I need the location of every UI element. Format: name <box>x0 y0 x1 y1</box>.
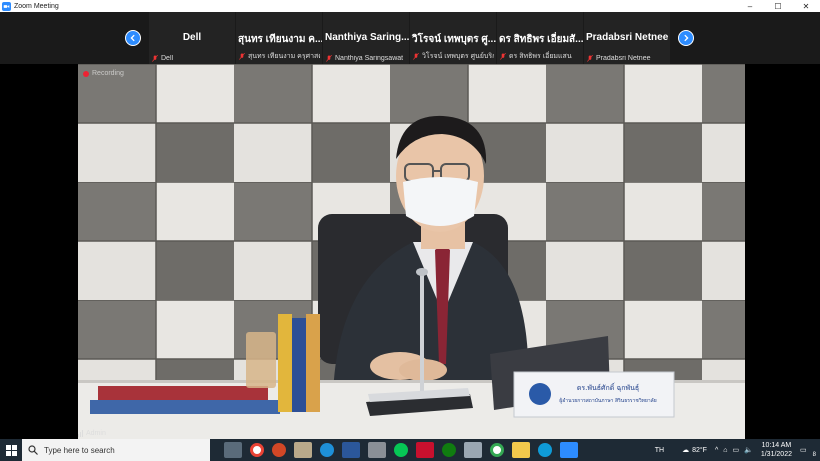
participant-display-name: Dell <box>182 32 202 43</box>
chevron-left-icon <box>130 34 135 42</box>
weather-icon[interactable]: ☁ <box>682 446 689 454</box>
participant-gallery-strip: Dell Dell สุนทร เทียนงาม ค... สุนทร เทีย… <box>0 12 820 64</box>
edge-legacy-icon[interactable] <box>320 443 334 457</box>
participant-name-label: Nanthiya Saringsawat <box>335 55 404 62</box>
recording-indicator: Recording <box>83 70 124 77</box>
show-hidden-icons-icon[interactable]: ^ <box>715 447 718 454</box>
window-titlebar: Zoom Meeting – ☐ ✕ <box>0 0 820 12</box>
search-icon <box>28 445 38 455</box>
app-red-icon[interactable] <box>416 442 434 458</box>
windows-logo-icon <box>5 444 17 456</box>
battery-icon[interactable]: ▭ <box>733 446 740 454</box>
participant-tile[interactable]: Nanthiya Saring... Nanthiya Saringsawat <box>323 12 409 64</box>
speaker-name: Admin <box>86 430 106 437</box>
xbox-icon[interactable] <box>442 443 456 457</box>
chrome-icon[interactable] <box>250 443 264 457</box>
participant-name-label: Pradabsri Netnee <box>596 55 651 62</box>
notification-icon: ▭ <box>800 447 807 454</box>
participant-tile[interactable]: Pradabsri Netnee Pradabsri Netnee <box>584 12 670 64</box>
muted-mic-icon <box>500 53 506 60</box>
participant-name-label: สุนทร เทียนงาม ครุศาสตร์ <box>248 53 320 60</box>
participant-display-name: Nanthiya Saring... <box>325 32 409 43</box>
nameplate-name: ดร.พันธ์ศักดิ์ ฉุกพันธุ์ <box>577 382 639 392</box>
participant-display-name: ดร สิทธิพร เอี่ยมสั... <box>499 34 583 45</box>
nameplate-title: ผู้อำนวยการสถาบันภาษา สิรินธรราชวิทยาลัย <box>559 397 656 404</box>
search-placeholder: Type here to search <box>44 445 115 455</box>
media-player-icon[interactable] <box>294 442 312 458</box>
edge-icon[interactable] <box>538 443 552 457</box>
taskbar-clock[interactable]: 10:14 AM 1/31/2022 <box>761 441 792 459</box>
muted-mic-icon <box>239 53 245 60</box>
input-language-indicator[interactable]: TH <box>655 447 664 454</box>
gallery-prev-button[interactable] <box>125 30 141 46</box>
windows-taskbar: Type here to search TH ☁ 82°F ^ ⌂ ▭ 🔈 10… <box>0 439 820 461</box>
chrome-profile-icon[interactable] <box>490 443 504 457</box>
muted-mic-icon <box>152 55 158 62</box>
participant-name-label: วิโรจน์ เทพบุตร ศูนย์บริกา... <box>422 53 494 60</box>
file-explorer-icon[interactable] <box>512 442 530 458</box>
taskbar-search-box[interactable]: Type here to search <box>22 439 210 461</box>
speaker-name-badge: Admin <box>78 430 106 437</box>
video-frame-image: ดร.พันธ์ศักดิ์ ฉุกพันธุ์ ผู้อำนวยการสถาบ… <box>78 64 745 439</box>
participant-display-name: Pradabsri Netnee <box>586 32 669 43</box>
start-button[interactable] <box>0 439 22 461</box>
system-tray: TH ☁ 82°F ^ ⌂ ▭ 🔈 10:14 AM 1/31/2022 ▭ 8 <box>655 439 820 461</box>
participant-display-name: วิโรจน์ เทพบุตร ศู... <box>412 34 496 45</box>
word-icon[interactable] <box>342 442 360 458</box>
file-icon[interactable] <box>368 442 386 458</box>
recording-label: Recording <box>92 70 124 77</box>
window-title: Zoom Meeting <box>14 2 59 10</box>
participant-tile[interactable]: สุนทร เทียนงาม ค... สุนทร เทียนงาม ครุศา… <box>236 12 322 64</box>
network-icon[interactable]: ⌂ <box>723 447 727 454</box>
participant-tile[interactable]: วิโรจน์ เทพบุตร ศู... วิโรจน์ เทพบุตร ศู… <box>410 12 496 64</box>
signal-bars-icon <box>78 430 84 437</box>
muted-mic-icon <box>326 55 332 62</box>
line-icon[interactable] <box>394 443 408 457</box>
zoom-taskbar-icon[interactable] <box>560 442 578 458</box>
participant-display-name: สุนทร เทียนงาม ค... <box>238 34 322 45</box>
temperature-label[interactable]: 82°F <box>692 447 707 454</box>
clock-time: 10:14 AM <box>761 442 792 449</box>
notification-center-button[interactable]: ▭ 8 <box>800 446 816 458</box>
chevron-right-icon <box>684 34 689 42</box>
gallery-next-button[interactable] <box>678 30 694 46</box>
volume-icon[interactable]: 🔈 <box>744 446 753 454</box>
muted-mic-icon <box>587 55 593 62</box>
muted-mic-icon <box>413 53 419 60</box>
record-dot-icon <box>83 70 89 77</box>
participant-tile[interactable]: ดร สิทธิพร เอี่ยมสั... ดร สิทธิพร เอี่ยม… <box>497 12 583 64</box>
participant-name-label: ดร สิทธิพร เอี่ยมแสน <box>509 53 572 60</box>
minimize-button[interactable]: – <box>736 0 764 12</box>
task-view-icon[interactable] <box>224 442 242 458</box>
close-button[interactable]: ✕ <box>792 0 820 12</box>
zoom-app-icon <box>2 1 11 11</box>
participant-name-label: Dell <box>161 55 174 62</box>
active-speaker-video[interactable]: Recording ดร.พันธ์ศักดิ์ ฉุกพันธุ์ ผู้อำ… <box>78 64 745 439</box>
participant-tile[interactable]: Dell Dell <box>149 12 235 64</box>
maximize-button[interactable]: ☐ <box>764 0 792 12</box>
clock-date: 1/31/2022 <box>760 451 792 458</box>
calculator-icon[interactable] <box>464 442 482 458</box>
powerpoint-icon[interactable] <box>272 443 286 457</box>
notification-count: 8 <box>812 452 816 458</box>
